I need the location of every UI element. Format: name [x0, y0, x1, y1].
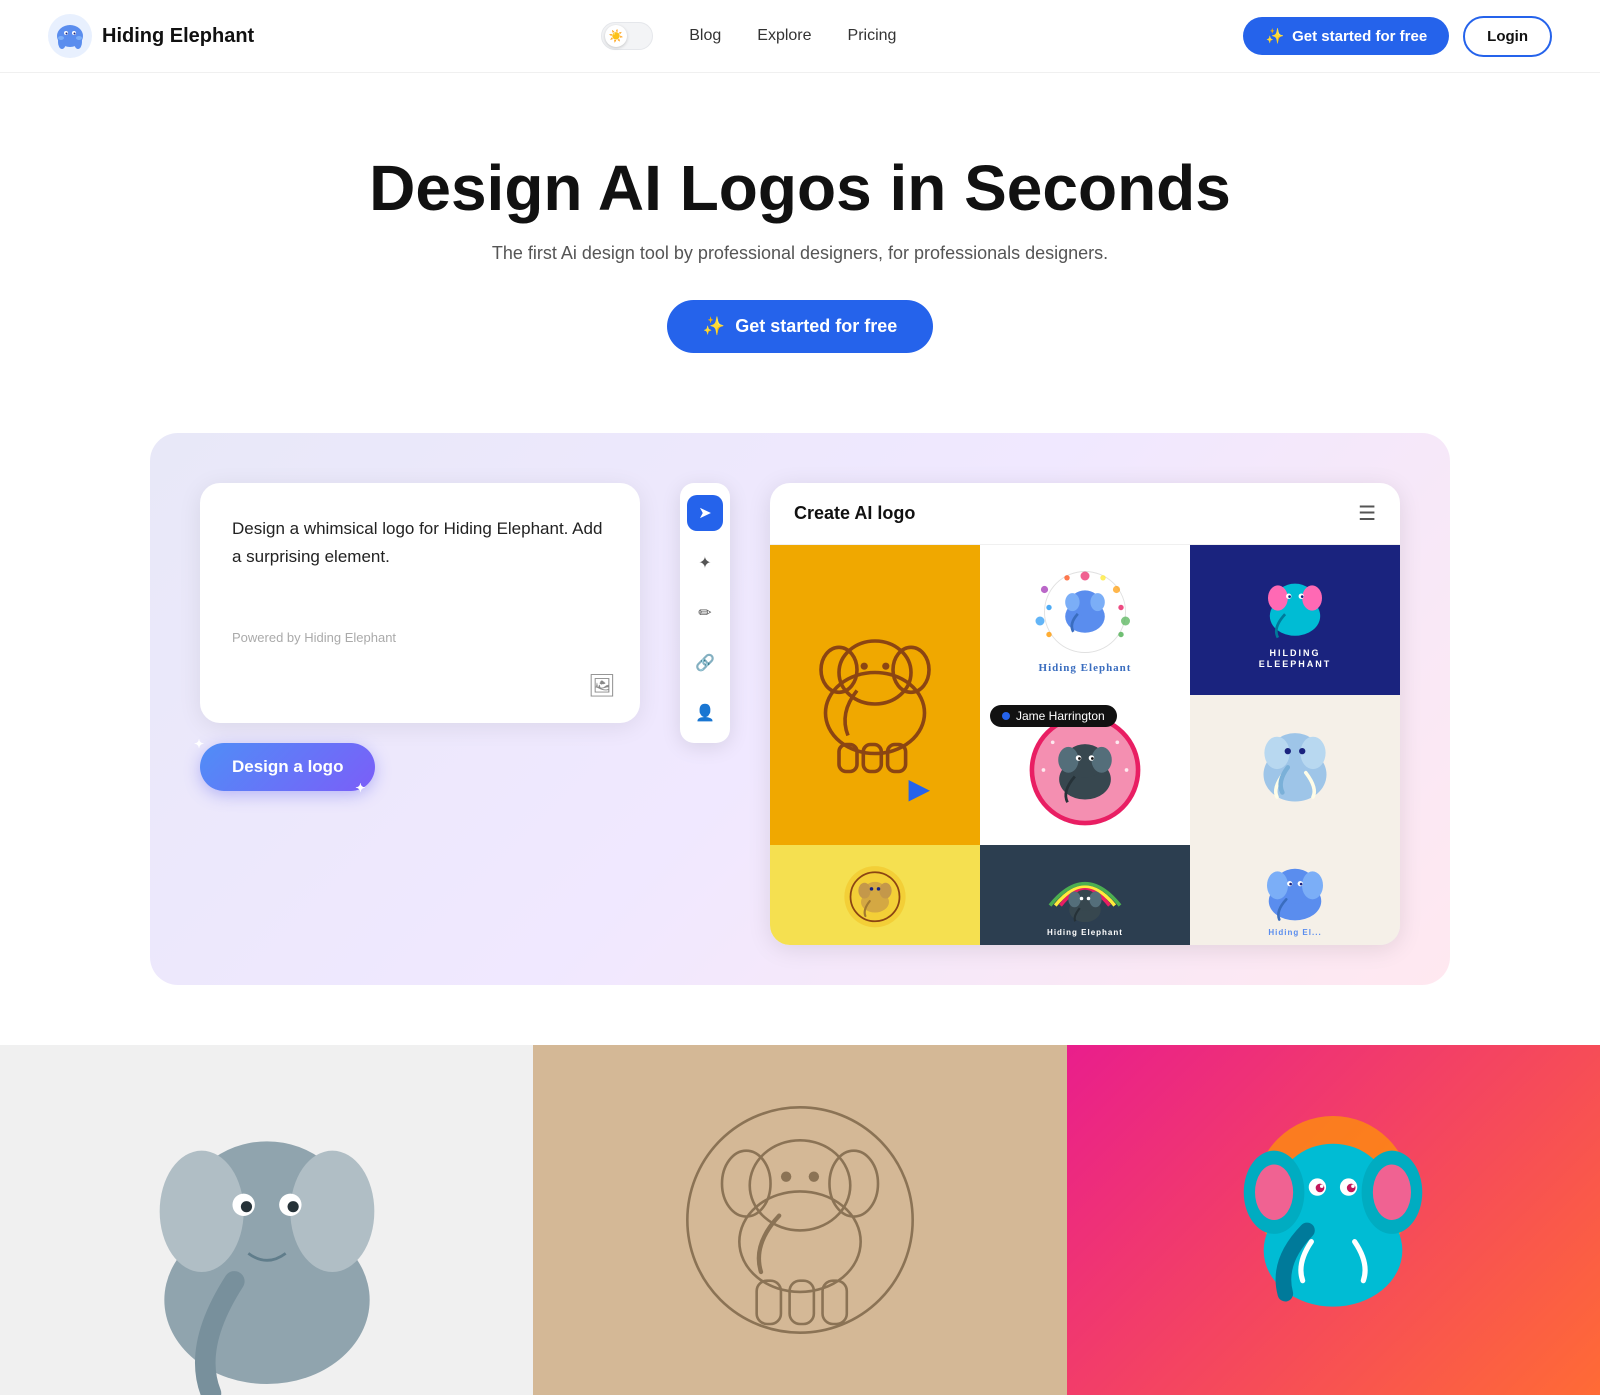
gallery-section [0, 1045, 1600, 1395]
powered-by-text: Powered by Hiding Elephant [232, 630, 608, 645]
gallery-item-grey [0, 1045, 533, 1395]
nav-links: ☀️ Blog Explore Pricing [601, 22, 896, 50]
logo-cell-yellow [770, 845, 980, 945]
nav-pricing[interactable]: Pricing [848, 27, 897, 45]
logo-cell-circle-badge: Jame Harrington [980, 695, 1190, 845]
toolbar-pen-button[interactable]: ✏ [687, 595, 723, 631]
toolbar-person-button[interactable]: 👤 [687, 695, 723, 731]
logo-elephant-outline [785, 605, 965, 785]
theme-toggle[interactable]: ☀️ [601, 22, 653, 50]
hero-section: Design AI Logos in Seconds The first Ai … [0, 73, 1600, 393]
logo-dark-elephant [1245, 571, 1345, 643]
person-icon: 👤 [695, 703, 715, 723]
toolbar-cursor-button[interactable]: ➤ [687, 495, 723, 531]
gallery-elephant-grey [127, 1065, 407, 1395]
prompt-panel: Design a whimsical logo for Hiding Eleph… [200, 483, 640, 791]
sparkle-icon-2: ✦ [355, 781, 365, 795]
cursor-icon: ➤ [698, 503, 711, 523]
ai-logo-panel: Create AI logo ☰ [770, 483, 1400, 945]
navbar: Hiding Elephant ☀️ Blog Explore Pricing … [0, 0, 1600, 73]
nav-login-button[interactable]: Login [1463, 16, 1552, 57]
logo-cell-dark: HILDINGELEEPHANT [1190, 545, 1400, 695]
prompt-card: Design a whimsical logo for Hiding Eleph… [200, 483, 640, 723]
logo-cell-dark-rainbow: Hiding Elephant [980, 845, 1190, 945]
rainbow-logo-text: Hiding Elephant [1040, 928, 1130, 937]
nav-get-started-button[interactable]: ✨ Get started for free [1243, 17, 1449, 55]
logo-cell-floral: Hiding Elephant [980, 545, 1190, 695]
gallery-elephant-teal [1203, 1065, 1463, 1375]
cursor-overlay: ▶ [908, 772, 930, 805]
image-upload-icon[interactable]: 🖼 [588, 673, 616, 699]
ai-logo-header: Create AI logo ☰ [770, 483, 1400, 545]
logo-cell-partial: Hiding El... [1190, 845, 1400, 945]
user-dot [1002, 712, 1010, 720]
toolbar-wand-button[interactable]: ✦ [687, 545, 723, 581]
pen-icon: ✏ [698, 603, 711, 623]
logo-floral-elephant [1030, 567, 1140, 657]
logo-partial-elephant [1250, 853, 1340, 923]
link-icon: 🔗 [695, 653, 715, 673]
logo-circle-elephant [1025, 710, 1145, 830]
sidebar-toolbar: ➤ ✦ ✏ 🔗 👤 [680, 483, 730, 743]
logo-rainbow-elephant [1040, 853, 1130, 923]
partial-logo-text: Hiding El... [1250, 928, 1340, 937]
gallery-elephant-outline [670, 1065, 930, 1375]
hero-subtitle: The first Ai design tool by professional… [48, 243, 1552, 264]
floral-logo-text: Hiding Elephant [1030, 662, 1140, 674]
ai-logo-title: Create AI logo [794, 503, 915, 524]
wand-toolbar-icon: ✦ [698, 553, 711, 573]
design-logo-button[interactable]: ✦ Design a logo ✦ [200, 743, 375, 791]
prompt-text: Design a whimsical logo for Hiding Eleph… [232, 515, 608, 569]
brand-name: Hiding Elephant [102, 25, 254, 48]
logo-yellow-elephant [830, 860, 920, 930]
wand-icon: ✨ [1265, 27, 1284, 45]
hero-cta-button[interactable]: ✨ Get started for free [667, 300, 933, 353]
theme-knob: ☀️ [605, 25, 627, 47]
menu-icon[interactable]: ☰ [1358, 501, 1376, 526]
nav-blog[interactable]: Blog [689, 27, 721, 45]
hero-cta-icon: ✨ [703, 316, 725, 337]
brand-logo[interactable]: Hiding Elephant [48, 14, 254, 58]
demo-section: Design a whimsical logo for Hiding Eleph… [150, 433, 1450, 985]
nav-explore[interactable]: Explore [757, 27, 811, 45]
nav-actions: ✨ Get started for free Login [1243, 16, 1552, 57]
logo-grid: ▶ [770, 545, 1400, 945]
toolbar-link-button[interactable]: 🔗 [687, 645, 723, 681]
brand-icon [48, 14, 92, 58]
sparkle-icon-1: ✦ [194, 737, 204, 751]
dark-logo-text: HILDINGELEEPHANT [1245, 648, 1345, 670]
gallery-item-outline [533, 1045, 1066, 1395]
user-badge: Jame Harrington [990, 705, 1117, 727]
logo-cell-orange: ▶ [770, 545, 980, 845]
gallery-item-teal [1067, 1045, 1600, 1395]
logo-cell-tusks [1190, 695, 1400, 845]
logo-tusks-elephant [1250, 710, 1340, 830]
hero-title: Design AI Logos in Seconds [48, 153, 1552, 223]
